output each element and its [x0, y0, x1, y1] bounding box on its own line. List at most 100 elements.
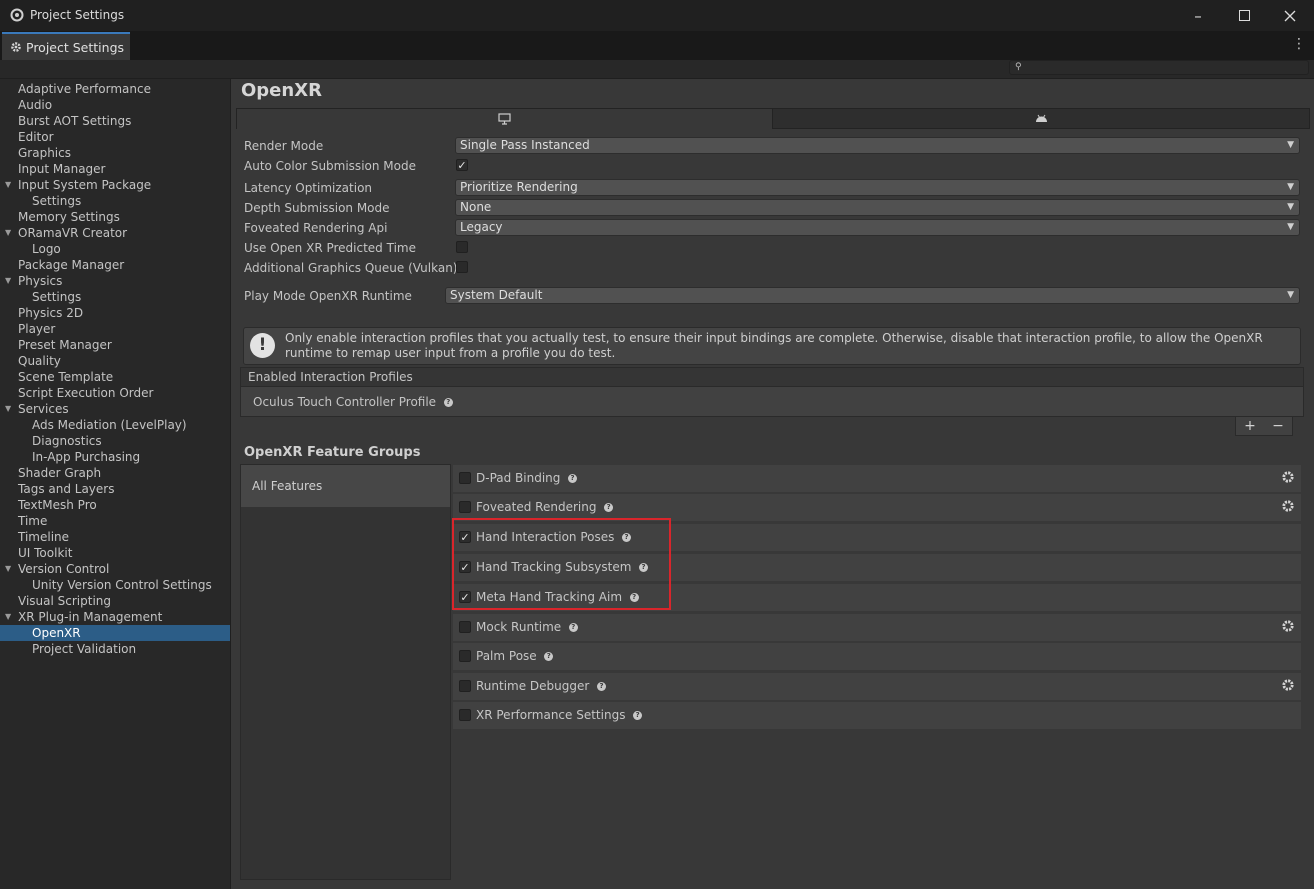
foveated-api-dropdown[interactable]: Legacy ▼: [455, 219, 1300, 236]
sidebar-item-oramavr-creator[interactable]: ORamaVR Creator: [18, 225, 127, 241]
feature-checkbox[interactable]: [459, 472, 471, 484]
gear-icon[interactable]: [1281, 619, 1295, 633]
gear-icon[interactable]: [1281, 499, 1295, 513]
sidebar-item-in-app-purchasing[interactable]: In-App Purchasing: [32, 449, 140, 465]
maximize-button[interactable]: [1221, 0, 1267, 31]
sidebar-item-project-validation[interactable]: Project Validation: [32, 641, 136, 657]
table-row: Palm Pose ?: [453, 643, 1301, 670]
sidebar-item-tags-and-layers[interactable]: Tags and Layers: [18, 481, 114, 497]
sidebar-item-input-manager[interactable]: Input Manager: [18, 161, 106, 177]
warning-icon: !: [250, 333, 275, 358]
feature-checkbox[interactable]: [459, 621, 471, 633]
help-icon[interactable]: ?: [604, 503, 614, 512]
sidebar-item-scene-template[interactable]: Scene Template: [18, 369, 113, 385]
sidebar-item-openxr[interactable]: OpenXR: [0, 625, 230, 641]
sidebar-item-adaptive-performance[interactable]: Adaptive Performance: [18, 81, 151, 97]
sidebar-item-services[interactable]: Services: [18, 401, 69, 417]
add-button[interactable]: +: [1244, 418, 1256, 434]
sidebar-item-version-control[interactable]: Version Control: [18, 561, 109, 577]
feature-name: D-Pad Binding ?: [476, 471, 578, 485]
sidebar-item-editor[interactable]: Editor: [18, 129, 54, 145]
sidebar-item-visual-scripting[interactable]: Visual Scripting: [18, 593, 111, 609]
sidebar-item-ui-toolkit[interactable]: UI Toolkit: [18, 545, 72, 561]
table-row: Foveated Rendering ?: [453, 494, 1301, 521]
gear-icon[interactable]: [1281, 678, 1295, 692]
help-icon[interactable]: ?: [633, 711, 643, 720]
sidebar-item-burst-aot-settings[interactable]: Burst AOT Settings: [18, 113, 131, 129]
feature-checkbox[interactable]: [459, 501, 471, 513]
runtime-value: System Default: [450, 288, 543, 302]
sidebar-item-timeline[interactable]: Timeline: [18, 529, 69, 545]
sidebar-item-memory-settings[interactable]: Memory Settings: [18, 209, 120, 225]
help-icon[interactable]: ?: [544, 652, 554, 661]
sidebar-item-diagnostics[interactable]: Diagnostics: [32, 433, 102, 449]
list-item[interactable]: Oculus Touch Controller Profile ?: [253, 395, 453, 409]
help-icon[interactable]: ?: [568, 623, 578, 632]
feature-name: Runtime Debugger ?: [476, 679, 606, 693]
feature-group-all[interactable]: All Features: [241, 465, 450, 507]
minimize-button[interactable]: –: [1175, 0, 1221, 31]
foveated-api-value: Legacy: [460, 220, 503, 234]
feature-checkbox[interactable]: [459, 709, 471, 721]
help-icon[interactable]: ?: [568, 474, 578, 483]
sidebar-item-settings[interactable]: Settings: [32, 289, 81, 305]
chevron-down-icon: ▼: [1287, 140, 1294, 150]
sidebar-item-input-system-package[interactable]: Input System Package: [18, 177, 151, 193]
sidebar-item-logo[interactable]: Logo: [32, 241, 61, 257]
runtime-dropdown[interactable]: System Default ▼: [445, 287, 1300, 304]
sidebar-item-player[interactable]: Player: [18, 321, 55, 337]
render-mode-dropdown[interactable]: Single Pass Instanced ▼: [455, 137, 1300, 154]
expand-arrow-icon[interactable]: ▼: [5, 225, 14, 241]
auto-color-checkbox[interactable]: ✓: [456, 159, 468, 171]
feature-name-text: Palm Pose: [476, 649, 537, 663]
sidebar-item-textmesh-pro[interactable]: TextMesh Pro: [18, 497, 97, 513]
tab-strip: [0, 31, 1314, 60]
expand-arrow-icon[interactable]: ▼: [5, 177, 14, 193]
sidebar-item-settings[interactable]: Settings: [32, 193, 81, 209]
sidebar-item-shader-graph[interactable]: Shader Graph: [18, 465, 101, 481]
checkmark-icon: ✓: [457, 159, 467, 172]
sidebar-item-ads-mediation-levelplay[interactable]: Ads Mediation (LevelPlay): [32, 417, 187, 433]
expand-arrow-icon[interactable]: ▼: [5, 273, 14, 289]
feature-checkbox[interactable]: [459, 680, 471, 692]
sidebar-item-package-manager[interactable]: Package Manager: [18, 257, 124, 273]
runtime-label: Play Mode OpenXR Runtime: [244, 289, 412, 303]
kebab-menu-icon[interactable]: ⋮: [1292, 36, 1306, 52]
sidebar-item-quality[interactable]: Quality: [18, 353, 61, 369]
predicted-time-checkbox[interactable]: [456, 241, 468, 253]
minimize-icon: –: [1194, 6, 1202, 25]
expand-arrow-icon[interactable]: ▼: [5, 561, 14, 577]
sidebar-item-physics-2d[interactable]: Physics 2D: [18, 305, 83, 321]
feature-group-label: All Features: [252, 479, 323, 493]
sidebar-item-unity-version-control-settings[interactable]: Unity Version Control Settings: [32, 577, 212, 593]
latency-dropdown[interactable]: Prioritize Rendering ▼: [455, 179, 1300, 196]
close-button[interactable]: [1267, 0, 1313, 31]
chevron-down-icon: ▼: [1287, 182, 1294, 192]
tab-project-settings[interactable]: Project Settings: [2, 32, 130, 60]
depth-dropdown[interactable]: None ▼: [455, 199, 1300, 216]
search-input[interactable]: ⚲: [1009, 60, 1309, 75]
help-icon[interactable]: ?: [443, 398, 453, 407]
graphics-queue-checkbox[interactable]: [456, 261, 468, 273]
close-icon: [1284, 10, 1296, 21]
chevron-down-icon: ▼: [1287, 222, 1294, 232]
tab-label: Project Settings: [26, 39, 125, 55]
remove-button[interactable]: −: [1272, 418, 1284, 434]
sidebar-item-preset-manager[interactable]: Preset Manager: [18, 337, 112, 353]
expand-arrow-icon[interactable]: ▼: [5, 609, 14, 625]
tab-standalone[interactable]: [236, 108, 773, 129]
sidebar-item-xr-plug-in-management[interactable]: XR Plug-in Management: [18, 609, 162, 625]
sidebar-item-audio[interactable]: Audio: [18, 97, 52, 113]
maximize-icon: [1238, 10, 1250, 21]
tab-android[interactable]: [772, 108, 1310, 129]
sidebar-item-time[interactable]: Time: [18, 513, 47, 529]
gear-icon[interactable]: [1281, 470, 1295, 484]
feature-name: Mock Runtime ?: [476, 620, 578, 634]
feature-groups-list: All Features: [240, 464, 451, 880]
help-icon[interactable]: ?: [596, 682, 606, 691]
feature-checkbox[interactable]: [459, 650, 471, 662]
expand-arrow-icon[interactable]: ▼: [5, 401, 14, 417]
sidebar-item-physics[interactable]: Physics: [18, 273, 62, 289]
sidebar-item-script-execution-order[interactable]: Script Execution Order: [18, 385, 153, 401]
sidebar-item-graphics[interactable]: Graphics: [18, 145, 71, 161]
